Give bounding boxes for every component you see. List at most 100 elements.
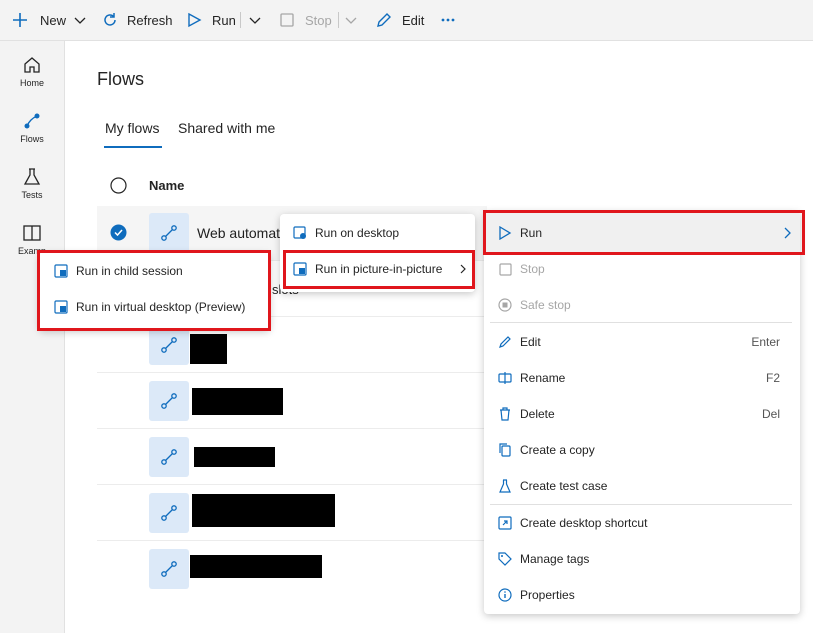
redacted-flow-name bbox=[190, 555, 322, 578]
stop-dropdown-button[interactable] bbox=[345, 0, 357, 40]
menu-item-label: Create desktop shortcut bbox=[520, 516, 648, 530]
tab-shared-with-me[interactable]: Shared with me bbox=[178, 120, 275, 136]
divider bbox=[97, 428, 487, 429]
flask-icon bbox=[0, 167, 64, 187]
menu-item-label: Manage tags bbox=[520, 552, 590, 566]
copy-icon bbox=[497, 442, 513, 458]
menu-item-edit[interactable]: Edit Enter bbox=[497, 324, 800, 360]
safe-stop-icon bbox=[497, 297, 513, 313]
desktop-run-icon bbox=[292, 225, 308, 241]
pencil-icon bbox=[497, 334, 513, 350]
play-icon bbox=[186, 12, 202, 28]
menu-item-rename[interactable]: Rename F2 bbox=[497, 360, 800, 396]
left-nav: Home Flows Tests Examp bbox=[0, 41, 65, 633]
new-button[interactable]: New bbox=[12, 0, 86, 40]
menu-item-label: Rename bbox=[520, 371, 566, 385]
menu-divider bbox=[490, 322, 792, 323]
flow-icon bbox=[149, 325, 189, 365]
redacted-flow-name bbox=[190, 334, 227, 364]
menu-item-properties[interactable]: Properties bbox=[497, 577, 797, 613]
menu-item-run-on-desktop[interactable]: Run on desktop bbox=[292, 215, 472, 251]
plus-icon bbox=[12, 12, 28, 28]
divider bbox=[97, 540, 487, 541]
flow-icon bbox=[149, 493, 189, 533]
divider bbox=[240, 12, 241, 28]
shortcut-label: Enter bbox=[751, 335, 780, 349]
menu-item-label: Run on desktop bbox=[315, 226, 400, 240]
flow-icon bbox=[149, 549, 189, 589]
pencil-icon bbox=[375, 11, 393, 29]
rename-icon bbox=[497, 370, 513, 386]
menu-item-label: Properties bbox=[520, 588, 575, 602]
highlight-box bbox=[483, 210, 805, 255]
flow-icon bbox=[149, 437, 189, 477]
menu-item-label: Safe stop bbox=[520, 298, 571, 312]
chevron-down-icon bbox=[249, 14, 261, 26]
page-title: Flows bbox=[97, 69, 145, 89]
run-button[interactable]: Run bbox=[186, 0, 236, 40]
redacted-flow-name bbox=[192, 388, 283, 415]
active-tab-indicator bbox=[104, 146, 162, 148]
menu-item-label: Create a copy bbox=[520, 443, 595, 457]
refresh-label: Refresh bbox=[127, 12, 173, 28]
menu-item-label: Delete bbox=[520, 407, 555, 421]
nav-tests[interactable]: Tests bbox=[0, 167, 64, 200]
book-icon bbox=[0, 223, 64, 243]
shortcut-label: F2 bbox=[765, 371, 780, 385]
info-icon bbox=[497, 587, 513, 603]
flow-icon bbox=[149, 381, 189, 421]
menu-item-label: Edit bbox=[520, 335, 541, 349]
redacted-flow-name bbox=[192, 494, 335, 527]
nav-flows[interactable]: Flows bbox=[0, 111, 64, 144]
redacted-flow-name bbox=[194, 447, 275, 467]
shortcut-icon bbox=[497, 515, 513, 531]
edit-button[interactable]: Edit bbox=[375, 0, 424, 40]
context-menu: Run Stop Safe stop Edit Enter Rename F2 … bbox=[484, 211, 800, 614]
flow-name[interactable]: Web automat bbox=[197, 225, 280, 241]
home-icon bbox=[0, 55, 64, 75]
nav-flows-label: Flows bbox=[20, 134, 44, 144]
menu-item-stop[interactable]: Stop bbox=[497, 251, 797, 287]
refresh-icon bbox=[102, 12, 118, 28]
chevron-down-icon bbox=[345, 14, 357, 26]
menu-item-delete[interactable]: Delete Del bbox=[497, 396, 800, 432]
nav-tests-label: Tests bbox=[21, 190, 43, 200]
column-header-name[interactable]: Name bbox=[149, 178, 184, 193]
row-checkbox-checked[interactable] bbox=[110, 224, 127, 241]
stop-icon bbox=[497, 261, 513, 277]
highlight-box bbox=[283, 250, 475, 289]
new-label: New bbox=[40, 12, 67, 28]
tab-my-flows[interactable]: My flows bbox=[105, 120, 159, 136]
menu-item-safe-stop[interactable]: Safe stop bbox=[497, 287, 797, 323]
menu-item-create-test-case[interactable]: Create test case bbox=[497, 468, 797, 504]
stop-icon bbox=[279, 12, 295, 28]
run-label: Run bbox=[212, 12, 236, 28]
flows-icon bbox=[0, 111, 64, 131]
refresh-button[interactable]: Refresh bbox=[102, 0, 173, 40]
divider bbox=[97, 484, 487, 485]
divider bbox=[338, 12, 339, 28]
menu-item-manage-tags[interactable]: Manage tags bbox=[497, 541, 797, 577]
divider bbox=[97, 372, 487, 373]
stop-label: Stop bbox=[305, 12, 332, 28]
chevron-down-icon[interactable] bbox=[74, 14, 86, 26]
nav-home[interactable]: Home bbox=[0, 55, 64, 88]
more-button[interactable] bbox=[440, 0, 456, 40]
menu-item-create-copy[interactable]: Create a copy bbox=[497, 432, 797, 468]
trash-icon bbox=[497, 406, 513, 422]
shortcut-label: Del bbox=[761, 407, 780, 421]
edit-label: Edit bbox=[402, 12, 425, 28]
highlight-box bbox=[37, 250, 271, 331]
menu-item-create-desktop-shortcut[interactable]: Create desktop shortcut bbox=[497, 505, 797, 541]
tag-icon bbox=[497, 551, 513, 567]
stop-button[interactable]: Stop bbox=[279, 0, 332, 40]
command-bar: New Refresh Run Stop Edit bbox=[0, 0, 813, 41]
select-all-checkbox[interactable] bbox=[110, 177, 127, 194]
nav-home-label: Home bbox=[19, 78, 44, 88]
flask-icon bbox=[497, 478, 513, 494]
flow-icon bbox=[149, 213, 189, 253]
more-icon bbox=[440, 12, 456, 28]
menu-item-label: Stop bbox=[520, 262, 545, 276]
menu-item-label: Create test case bbox=[520, 479, 608, 493]
run-dropdown-button[interactable] bbox=[249, 0, 261, 40]
